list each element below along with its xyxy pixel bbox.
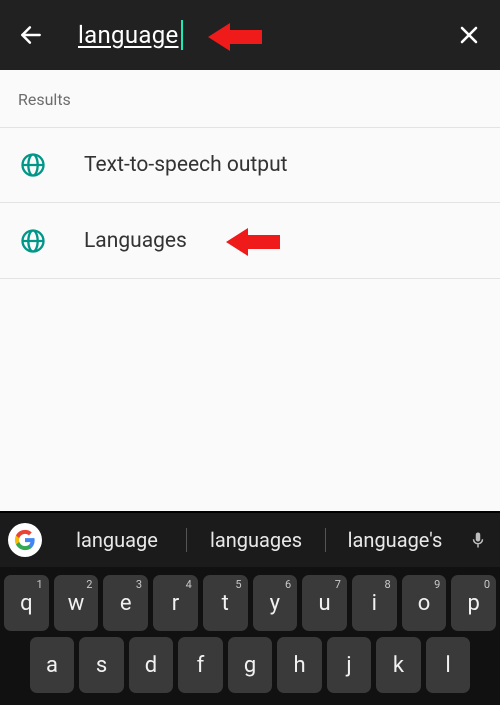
keyboard-row-2: asdfghjkl	[4, 637, 496, 693]
on-screen-keyboard: language languages language's q1w2e3r4t5…	[0, 511, 500, 705]
google-g-icon	[14, 529, 36, 551]
key-e[interactable]: e3	[103, 575, 148, 631]
keyboard-suggestion[interactable]: language's	[325, 528, 464, 552]
search-app-bar: language	[0, 0, 500, 70]
mic-icon	[469, 528, 487, 552]
text-cursor	[181, 20, 183, 50]
keyboard-suggestion[interactable]: languages	[186, 528, 325, 552]
google-logo-icon[interactable]	[8, 523, 42, 557]
key-s[interactable]: s	[79, 637, 124, 693]
key-superscript: 7	[335, 578, 341, 591]
search-input-value: language	[78, 21, 179, 49]
key-r[interactable]: r4	[153, 575, 198, 631]
key-w[interactable]: w2	[54, 575, 99, 631]
keyboard-row-1: q1w2e3r4t5y6u7i8o9p0	[4, 575, 496, 631]
keyboard-suggestion[interactable]: language	[48, 528, 186, 552]
key-superscript: 4	[186, 578, 192, 591]
key-i[interactable]: i8	[352, 575, 397, 631]
keyboard-keys: q1w2e3r4t5y6u7i8o9p0 asdfghjkl	[0, 567, 500, 705]
result-item-languages[interactable]: Languages	[0, 203, 500, 279]
key-k[interactable]: k	[376, 637, 421, 693]
back-button[interactable]	[18, 22, 44, 48]
arrow-back-icon	[18, 22, 44, 48]
annotation-arrow-languages	[226, 225, 280, 259]
globe-icon	[18, 150, 48, 180]
key-f[interactable]: f	[178, 637, 223, 693]
key-superscript: 9	[434, 578, 440, 591]
key-superscript: 3	[136, 578, 142, 591]
search-input[interactable]: language	[78, 20, 456, 50]
results-header: Results	[0, 70, 500, 127]
keyboard-suggestion-bar: language languages language's	[0, 513, 500, 567]
key-superscript: 5	[235, 578, 241, 591]
key-superscript: 1	[37, 578, 43, 591]
globe-icon	[18, 226, 48, 256]
key-superscript: 0	[484, 578, 490, 591]
search-results-panel: Results Text-to-speech output Languages	[0, 70, 500, 279]
key-superscript: 2	[86, 578, 92, 591]
key-u[interactable]: u7	[302, 575, 347, 631]
result-item-label: Text-to-speech output	[84, 153, 288, 177]
key-o[interactable]: o9	[402, 575, 447, 631]
close-icon	[457, 23, 481, 47]
key-a[interactable]: a	[30, 637, 75, 693]
key-superscript: 6	[285, 578, 291, 591]
voice-input-button[interactable]	[464, 528, 492, 552]
clear-search-button[interactable]	[456, 22, 482, 48]
key-p[interactable]: p0	[451, 575, 496, 631]
key-q[interactable]: q1	[4, 575, 49, 631]
key-l[interactable]: l	[426, 637, 471, 693]
key-g[interactable]: g	[228, 637, 273, 693]
result-item-label: Languages	[84, 229, 187, 253]
results-list: Text-to-speech output Languages	[0, 127, 500, 279]
result-item-text-to-speech[interactable]: Text-to-speech output	[0, 127, 500, 203]
key-j[interactable]: j	[327, 637, 372, 693]
key-d[interactable]: d	[129, 637, 174, 693]
key-h[interactable]: h	[277, 637, 322, 693]
key-superscript: 8	[384, 578, 390, 591]
key-t[interactable]: t5	[203, 575, 248, 631]
key-y[interactable]: y6	[253, 575, 298, 631]
